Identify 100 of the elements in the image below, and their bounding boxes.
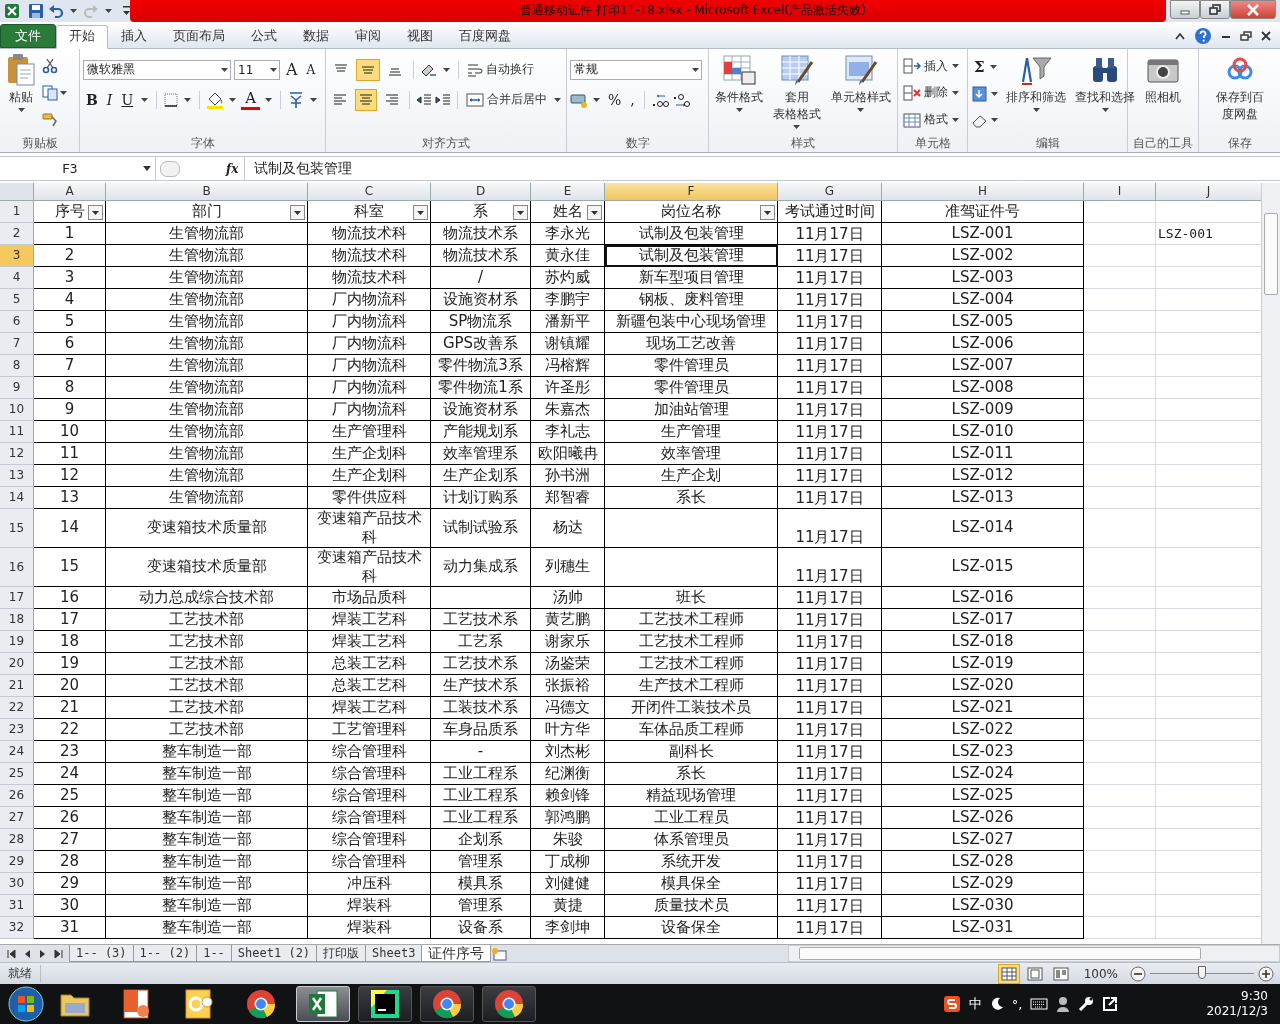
mail-app-icon[interactable] [183, 989, 215, 1020]
page-layout-view-icon[interactable] [1026, 966, 1043, 981]
sheet-tab[interactable]: Sheet3 [365, 945, 423, 963]
filter-dropdown-icon[interactable] [413, 204, 428, 220]
column-header[interactable]: B [106, 182, 308, 201]
row-header[interactable]: 5 [0, 288, 34, 311]
row-header[interactable]: 16 [0, 547, 34, 587]
save-icon[interactable] [28, 2, 44, 19]
ribbon-button[interactable]: 套用 表格格式 [770, 50, 824, 136]
percent-button[interactable]: % [605, 91, 625, 108]
restore-icon[interactable] [1208, 3, 1222, 16]
caret-icon[interactable] [265, 97, 273, 102]
zoom-in-icon[interactable] [1258, 965, 1274, 982]
caret-icon[interactable] [70, 8, 77, 13]
caret-icon[interactable] [952, 64, 959, 69]
ribbon-tab[interactable]: 插入 [108, 24, 160, 49]
brush-icon[interactable] [42, 111, 58, 128]
last-sheet-icon[interactable] [54, 948, 64, 959]
share-icon[interactable] [1102, 996, 1119, 1013]
caret-icon[interactable] [1032, 107, 1040, 112]
fill-color-icon[interactable] [206, 90, 225, 109]
row-header[interactable]: 13 [0, 464, 34, 487]
caret-icon[interactable] [141, 97, 149, 102]
ribbon-tab[interactable]: 公式 [238, 24, 290, 49]
row-header[interactable]: 22 [0, 696, 34, 719]
row-header[interactable]: 3 [0, 244, 34, 267]
row-header[interactable]: 10 [0, 398, 34, 421]
underline-button[interactable]: U [118, 91, 137, 108]
merge-center-button[interactable]: 合并后居中 [464, 91, 549, 109]
user-icon[interactable] [1056, 996, 1071, 1013]
row-header[interactable]: 27 [0, 806, 34, 829]
wrench-icon[interactable] [1078, 996, 1095, 1013]
filter-dropdown-icon[interactable] [760, 204, 775, 220]
font-name-field[interactable]: 微软雅黑 [83, 59, 231, 80]
row-header[interactable]: 1 [0, 200, 34, 223]
shrink-font-button[interactable]: A [303, 62, 319, 77]
caret-icon[interactable] [143, 166, 151, 171]
ribbon-button[interactable]: 单元格样式 [827, 50, 894, 136]
row-header[interactable]: 9 [0, 376, 34, 399]
file-tab[interactable]: 文件 [0, 23, 56, 48]
currency-icon[interactable] [570, 91, 588, 108]
column-header[interactable]: D [431, 182, 531, 201]
paste-button[interactable]: 粘贴 [3, 50, 39, 136]
page-break-view-icon[interactable] [1052, 966, 1069, 981]
autosum-button[interactable]: Σ [971, 57, 988, 76]
italic-button[interactable]: I [103, 91, 116, 108]
customize-icon[interactable] [122, 3, 131, 18]
wrap-text-icon[interactable] [467, 62, 483, 77]
caret-icon[interactable] [443, 67, 450, 72]
row-header[interactable]: 26 [0, 784, 34, 807]
filter-dropdown-icon[interactable] [587, 204, 602, 220]
row-header[interactable]: 8 [0, 354, 34, 377]
browser-icon[interactable] [493, 988, 525, 1021]
browser-icon[interactable] [245, 988, 277, 1021]
row-header[interactable]: 18 [0, 608, 34, 631]
ribbon-tab[interactable]: 视图 [394, 24, 446, 49]
horizontal-scrollbar[interactable] [788, 945, 1280, 963]
ribbon-button[interactable]: 格式 [901, 111, 950, 129]
column-header[interactable]: E [531, 182, 605, 201]
row-header[interactable]: 20 [0, 652, 34, 675]
font-size-field[interactable]: 11 [234, 59, 280, 80]
row-header[interactable]: 28 [0, 828, 34, 851]
caret-icon[interactable] [735, 107, 743, 112]
punctuation-mode[interactable]: °, [1011, 996, 1023, 1012]
row-header[interactable]: 6 [0, 310, 34, 333]
filter-dropdown-icon[interactable] [290, 204, 305, 220]
caret-icon[interactable] [952, 117, 959, 122]
row-header[interactable]: 17 [0, 586, 34, 609]
row-header[interactable]: 12 [0, 442, 34, 465]
caret-icon[interactable] [989, 64, 997, 69]
spreadsheet-app-icon[interactable] [307, 988, 339, 1021]
ribbon-tab[interactable]: 百度网盘 [446, 24, 524, 49]
ribbon-button[interactable]: 插入 [901, 57, 950, 75]
ribbon-button[interactable]: 排序和筛选 [1003, 50, 1069, 136]
browser-icon[interactable] [431, 988, 463, 1021]
table-format-icon[interactable] [780, 53, 814, 86]
row-header[interactable]: 15 [0, 508, 34, 548]
caret-icon[interactable] [793, 124, 801, 129]
grow-font-button[interactable]: A [283, 60, 301, 80]
restore-button[interactable] [1200, 0, 1230, 19]
column-header[interactable]: H [882, 182, 1084, 201]
row-header[interactable]: 4 [0, 266, 34, 289]
conditional-format-icon[interactable] [722, 53, 757, 86]
zoom-slider[interactable] [1198, 966, 1206, 980]
sheet-tab[interactable]: 1-- (3) [69, 945, 134, 963]
column-header[interactable]: G [778, 182, 882, 201]
caret-icon[interactable] [991, 91, 998, 96]
minimize-button[interactable] [1170, 0, 1200, 19]
caret-icon[interactable] [1101, 107, 1109, 112]
increase-indent-icon[interactable] [435, 92, 452, 107]
caret-icon[interactable] [692, 67, 699, 72]
comma-button[interactable]: , [627, 91, 638, 108]
normal-view-icon[interactable] [1000, 966, 1017, 981]
moon-icon[interactable] [989, 997, 1004, 1012]
ribbon-tab[interactable]: 数据 [290, 24, 342, 49]
filter-dropdown-icon[interactable] [513, 204, 528, 220]
row-header[interactable]: 14 [0, 486, 34, 509]
row-header[interactable]: 31 [0, 894, 34, 917]
insert-function-button[interactable]: fx [226, 161, 239, 176]
ribbon-button[interactable]: 保存到百 度网盘 [1212, 50, 1267, 136]
